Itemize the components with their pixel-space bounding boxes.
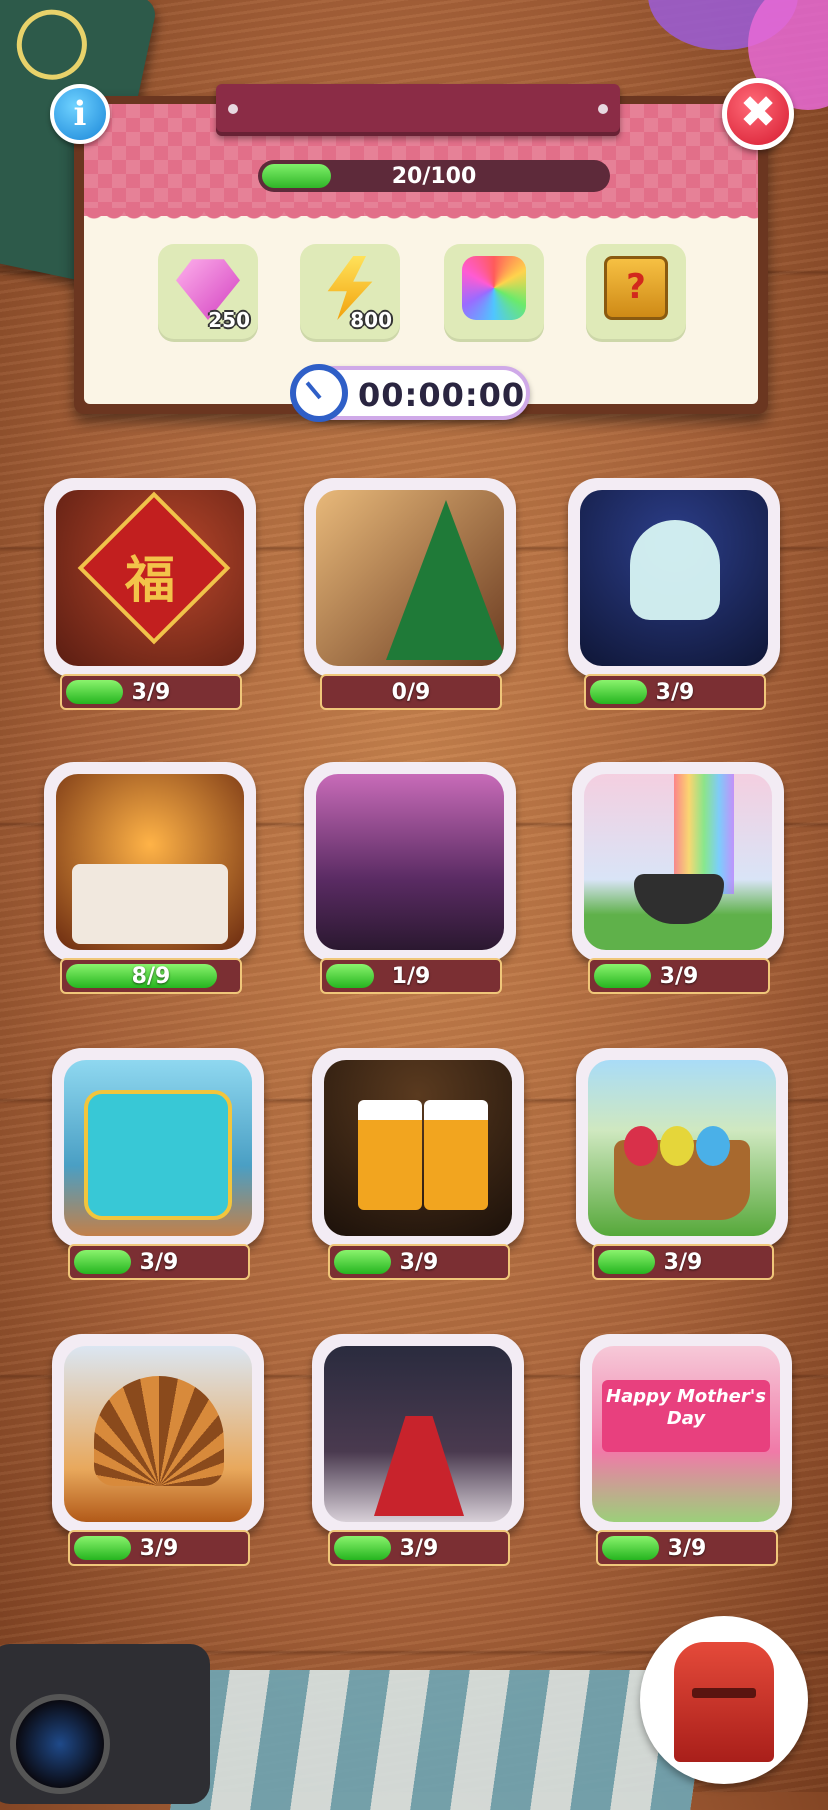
reward-gem-amount: 250 (208, 308, 250, 332)
level-progress-bar: 3/9 (328, 1530, 510, 1566)
reward-energy-amount: 800 (350, 308, 392, 332)
level-progress-bar: 3/9 (68, 1244, 250, 1280)
reward-gem[interactable]: 250 (158, 244, 258, 342)
level-progress-text: 3/9 (663, 1250, 703, 1275)
lunar-new-year-image: 福 (56, 490, 244, 666)
close-button[interactable]: ✖ (722, 78, 794, 150)
level-progress-text: 3/9 (655, 680, 695, 705)
timer-text: 00:00:00 (358, 376, 526, 414)
level-progress-bar: 3/9 (328, 1244, 510, 1280)
level-card-halloween[interactable]: 3/9 (568, 478, 780, 710)
pot-of-gold-image (584, 774, 772, 950)
altar-image (56, 774, 244, 950)
level-progress-bar: 0/9 (320, 674, 502, 710)
cherry-blossom-image (316, 774, 504, 950)
reward-mystery-box[interactable]: ? (586, 244, 686, 342)
level-card-st-patricks[interactable]: 3/9 (572, 762, 784, 994)
level-card-lunar-new-year[interactable]: 福 3/9 (44, 478, 256, 710)
reward-puzzle[interactable] (444, 244, 544, 342)
level-progress-text: 3/9 (399, 1536, 439, 1561)
level-card-folk-dancer[interactable]: 3/9 (312, 1334, 524, 1566)
level-progress-text: 3/9 (139, 1250, 179, 1275)
level-progress-bar: 3/9 (68, 1530, 250, 1566)
easter-basket-image (588, 1060, 776, 1236)
level-card-tuk-tuk[interactable]: 3/9 (52, 1048, 264, 1280)
level-progress-text: 3/9 (131, 680, 171, 705)
level-progress-text: 8/9 (131, 964, 171, 989)
camera-decoration (0, 1644, 210, 1804)
level-progress-bar: 3/9 (588, 958, 770, 994)
level-card-mothers-day[interactable]: Happy Mother's Day 3/9 (580, 1334, 792, 1566)
mailbox-icon (674, 1642, 774, 1762)
level-card-oktoberfest[interactable]: 3/9 (312, 1048, 524, 1280)
halloween-ghost-image (580, 490, 768, 666)
globe-icon (10, 3, 94, 87)
mailbox-button[interactable] (640, 1616, 808, 1784)
title-plank (216, 84, 620, 136)
event-progress-text: 20/100 (391, 164, 477, 189)
reward-energy[interactable]: 800 (300, 244, 400, 342)
event-progress-bar: 20/100 (258, 160, 610, 192)
level-progress-bar: 3/9 (592, 1244, 774, 1280)
folk-dancer-image (324, 1346, 512, 1522)
level-progress-bar: 3/9 (60, 674, 242, 710)
tuk-tuk-image (64, 1060, 252, 1236)
mothers-day-image: Happy Mother's Day (592, 1346, 780, 1522)
level-progress-text: 3/9 (659, 964, 699, 989)
level-progress-bar: 1/9 (320, 958, 502, 994)
level-progress-bar: 8/9 (60, 958, 242, 994)
level-card-day-of-the-dead[interactable]: 8/9 (44, 762, 256, 994)
level-card-cherry-blossom[interactable]: 1/9 (304, 762, 516, 994)
event-timer: 00:00:00 (290, 364, 530, 422)
level-progress-text: 3/9 (667, 1536, 707, 1561)
christmas-tree-image (316, 490, 504, 666)
info-button[interactable]: i (50, 84, 110, 144)
tablecloth-decoration (170, 1670, 710, 1810)
level-progress-text: 0/9 (391, 680, 431, 705)
level-card-thanksgiving[interactable]: 3/9 (52, 1334, 264, 1566)
level-progress-text: 1/9 (391, 964, 431, 989)
level-progress-bar: 3/9 (584, 674, 766, 710)
clock-icon (290, 364, 348, 422)
level-card-christmas[interactable]: 0/9 (304, 478, 516, 710)
turkey-image (64, 1346, 252, 1522)
mystery-box-icon: ? (604, 256, 668, 320)
level-card-easter[interactable]: 3/9 (576, 1048, 788, 1280)
level-progress-text: 3/9 (399, 1250, 439, 1275)
level-progress-bar: 3/9 (596, 1530, 778, 1566)
level-progress-text: 3/9 (139, 1536, 179, 1561)
beer-mugs-image (324, 1060, 512, 1236)
rainbow-puzzle-piece-icon (462, 256, 526, 320)
